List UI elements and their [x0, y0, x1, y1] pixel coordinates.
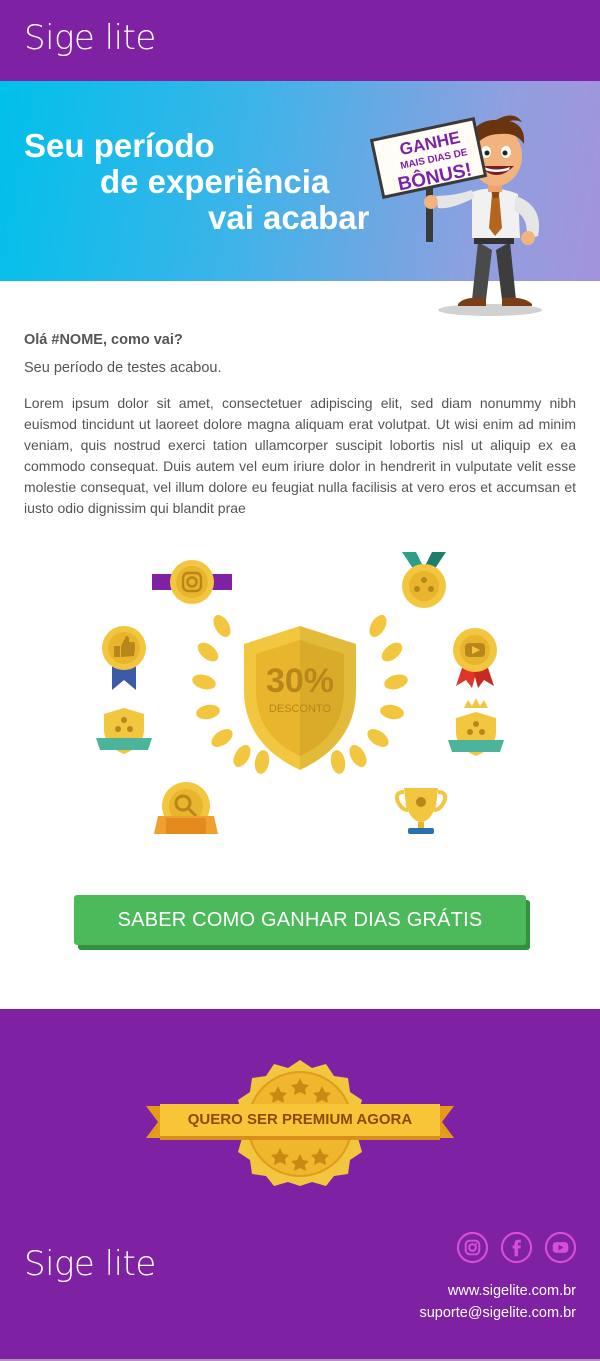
ribbon-icon	[146, 1104, 454, 1140]
hero-title-line-3: vai acabar	[208, 199, 370, 236]
youtube-badge-icon	[453, 628, 497, 688]
discount-value: 30%	[266, 662, 334, 700]
greeting-text: Olá #NOME, como vai?	[24, 332, 183, 348]
brand-logo[interactable]: Sige lite	[24, 18, 156, 58]
top-header: Sige lite	[0, 0, 600, 81]
footer-brand-logo[interactable]: Sige lite	[24, 1244, 156, 1284]
instagram-icon[interactable]	[456, 1231, 489, 1264]
thumbs-up-badge-icon	[102, 626, 146, 690]
earn-free-days-button[interactable]: SABER COMO GANHAR DIAS GRÁTIS	[74, 895, 526, 945]
hero-title-line-2: de experiência	[100, 163, 330, 200]
youtube-icon[interactable]	[544, 1231, 577, 1264]
instagram-badge-icon	[152, 560, 232, 604]
crown-team-badge-icon	[448, 698, 504, 756]
discount-label: DESCONTO	[269, 703, 332, 715]
premium-seal-button[interactable]	[140, 1056, 460, 1186]
badges-illustration: 30% DESCONTO	[96, 552, 504, 834]
body-paragraph: Lorem ipsum dolor sit amet, consectetuer…	[24, 395, 576, 516]
email-page: Sige lite Seu período de experiência vai…	[0, 0, 600, 1361]
facebook-icon[interactable]	[500, 1231, 533, 1264]
hero-title-line-1: Seu período	[24, 127, 215, 164]
users-medal-icon	[402, 552, 446, 608]
intro-text: Seu período de testes acabou.	[24, 360, 222, 376]
trophy-icon	[394, 788, 448, 834]
website-link[interactable]: www.sigelite.com.br	[448, 1283, 576, 1299]
support-email-link[interactable]: suporte@sigelite.com.br	[419, 1305, 576, 1321]
search-badge-icon	[154, 782, 218, 834]
team-shield-badge-icon	[96, 708, 152, 754]
